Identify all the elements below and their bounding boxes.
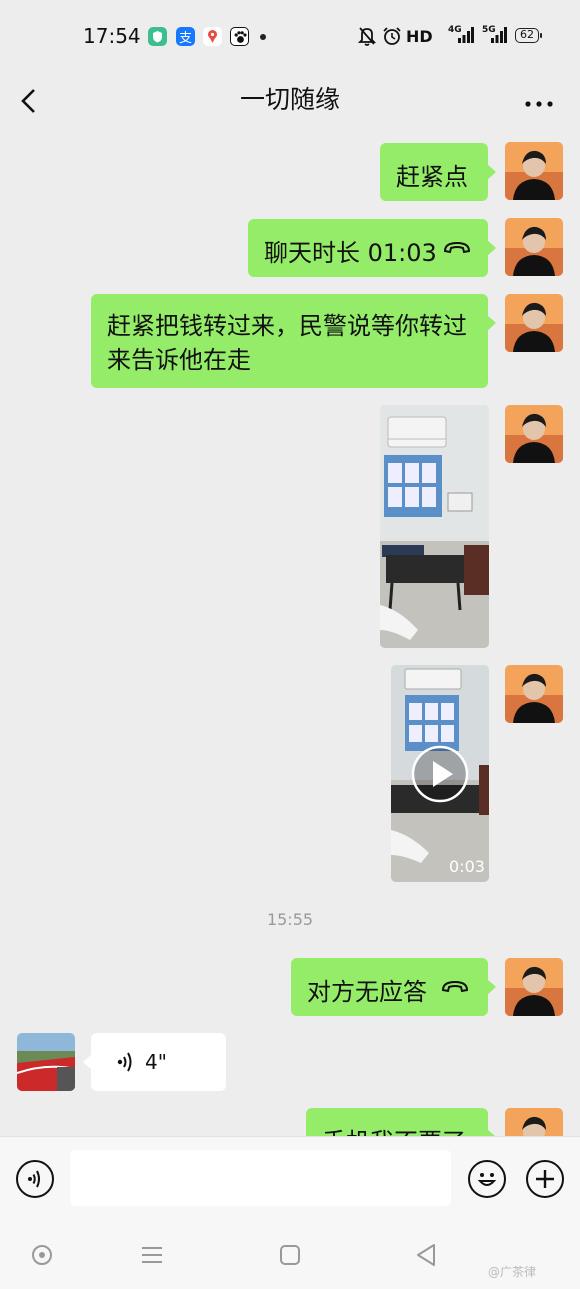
self-avatar-image	[505, 958, 563, 1016]
svg-text:支: 支	[179, 31, 192, 46]
message-input[interactable]	[70, 1150, 451, 1206]
self-avatar-image	[505, 218, 563, 276]
chat-title: 一切随缘	[239, 85, 340, 114]
battery-icon: 62	[515, 28, 539, 43]
map-app-icon	[203, 27, 222, 46]
shield-app-icon	[148, 27, 167, 46]
home-nav-icon[interactable]	[275, 1240, 305, 1270]
call-status-text: 对方无应答	[307, 978, 427, 1006]
self-avatar[interactable]	[505, 294, 563, 352]
alipay-app-icon: 支	[176, 27, 195, 46]
chat-screen: 17:54 支 HD 4G 5G 62 一切随缘 赶紧点 聊天时长 01:03 …	[0, 0, 580, 1289]
alarm-icon	[383, 27, 401, 45]
back-nav-icon[interactable]	[412, 1240, 442, 1270]
police-station-photo	[380, 405, 489, 648]
voice-wave-icon	[117, 1052, 132, 1072]
self-avatar[interactable]	[505, 405, 563, 463]
bell-mute-icon	[358, 27, 376, 46]
input-bar	[0, 1136, 580, 1221]
more-button[interactable]	[520, 82, 560, 118]
self-avatar-image	[505, 294, 563, 352]
emoji-button[interactable]	[468, 1160, 506, 1198]
message-bubble[interactable]: 赶紧点	[380, 143, 496, 201]
play-button-icon[interactable]	[411, 745, 469, 803]
hd-indicator: HD	[406, 27, 433, 46]
phone-hangup-icon	[443, 241, 471, 254]
contact-avatar[interactable]	[17, 1033, 75, 1091]
image-message[interactable]	[380, 405, 489, 648]
notification-dot-icon	[260, 34, 266, 40]
baidu-app-icon	[230, 27, 249, 46]
voice-message[interactable]: 4"	[83, 1033, 226, 1091]
status-time: 17:54	[83, 24, 141, 48]
more-actions-button[interactable]	[526, 1160, 564, 1198]
message-bubble[interactable]: 赶紧把钱转过来，民警说等你转过来告诉他在走	[91, 294, 496, 388]
voice-input-button[interactable]	[16, 1160, 54, 1198]
plus-icon	[536, 1170, 554, 1188]
battery-cap	[540, 33, 542, 38]
video-duration: 0:03	[449, 857, 485, 876]
voice-wave-icon	[28, 1170, 40, 1188]
phone-hangup-icon	[441, 980, 469, 993]
call-bubble[interactable]: 聊天时长 01:03	[248, 219, 496, 277]
signal-icon	[458, 27, 474, 43]
title-bar: 一切随缘	[0, 72, 580, 128]
more-icon	[525, 101, 553, 107]
call-duration-text: 聊天时长 01:03	[264, 239, 437, 267]
call-bubble[interactable]: 对方无应答	[291, 958, 496, 1016]
voice-duration: 4"	[145, 1050, 167, 1074]
message-text: 赶紧把钱转过来，民警说等你转过来告诉他在走	[107, 312, 467, 374]
self-avatar-image	[505, 405, 563, 463]
smiley-icon	[477, 1173, 497, 1186]
self-avatar[interactable]	[505, 142, 563, 200]
message-text: 赶紧点	[396, 163, 468, 191]
self-avatar[interactable]	[505, 218, 563, 276]
contact-avatar-image	[17, 1033, 75, 1091]
menu-nav-icon[interactable]	[137, 1240, 167, 1270]
timestamp: 15:55	[266, 910, 314, 929]
self-avatar-image	[505, 142, 563, 200]
self-avatar-image	[505, 665, 563, 723]
video-message[interactable]: 0:03	[391, 665, 489, 882]
assistant-nav-icon[interactable]	[27, 1240, 57, 1270]
self-avatar[interactable]	[505, 958, 563, 1016]
watermark: @广茶律	[488, 1265, 537, 1279]
self-avatar[interactable]	[505, 665, 563, 723]
status-bar: 17:54 支 HD 4G 5G 62	[0, 0, 580, 72]
signal-5g-icon	[491, 27, 507, 43]
